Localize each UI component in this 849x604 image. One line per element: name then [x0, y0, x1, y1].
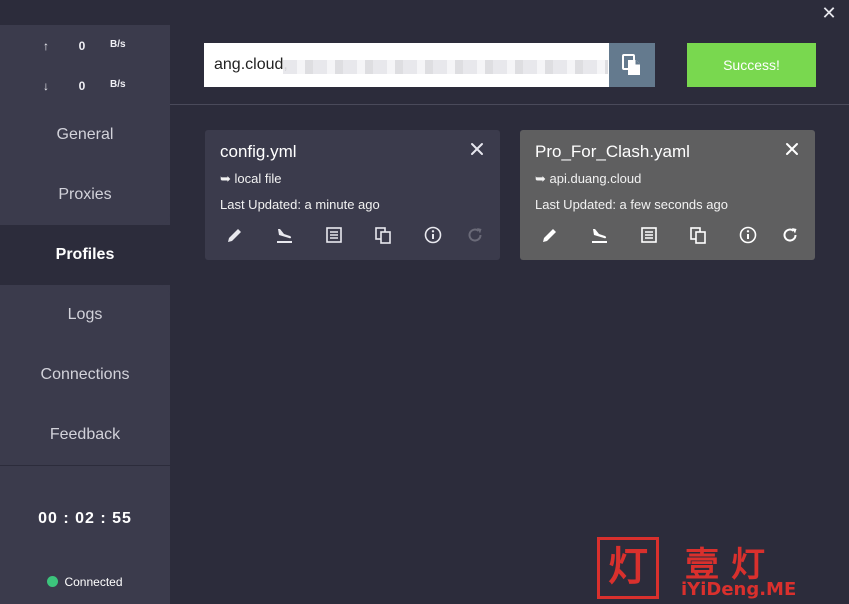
download-success-button[interactable]: Success! — [687, 43, 816, 87]
watermark-box: 灯 — [597, 537, 659, 599]
copy-icon[interactable] — [373, 225, 393, 245]
paste-icon — [622, 54, 640, 75]
upload-unit: B/s — [110, 39, 126, 50]
watermark-en-text: iYiDeng.ME — [681, 579, 797, 600]
edit-pencil-icon[interactable] — [540, 225, 560, 245]
watermark-logo: 灯 壹灯 iYiDeng.ME — [597, 537, 849, 604]
window-close-button[interactable]: ✕ — [819, 3, 839, 23]
status-label: Connected — [64, 575, 123, 589]
sidebar-item-profiles[interactable]: Profiles — [0, 225, 170, 285]
list-view-icon[interactable] — [324, 225, 344, 245]
copy-icon[interactable] — [688, 225, 708, 245]
download-arrow-icon: ↓ — [43, 79, 49, 93]
sidebar-item-connections[interactable]: Connections — [0, 345, 170, 405]
sidebar-item-proxies[interactable]: Proxies — [0, 165, 170, 225]
profile-last-updated: Last Updated: a minute ago — [220, 197, 380, 212]
delete-profile-close-icon[interactable] — [783, 140, 801, 158]
upload-arrow-icon: ↑ — [43, 39, 49, 53]
download-unit: B/s — [110, 79, 126, 90]
paste-button[interactable] — [609, 43, 655, 87]
profile-actions — [540, 225, 805, 247]
sidebar-divider — [0, 465, 170, 466]
profile-source: ➥ api.duang.cloud — [535, 171, 642, 186]
clash-app: ✕ ↑ 0 B/s ↓ 0 B/s General Proxies Profil… — [0, 0, 849, 604]
upload-value: 0 — [78, 39, 86, 53]
refresh-icon[interactable] — [780, 225, 800, 245]
download-value: 0 — [78, 79, 86, 93]
connection-status: Connected — [0, 575, 170, 593]
profile-actions — [225, 225, 490, 247]
upload-speed: ↑ 0 B/s — [0, 39, 170, 59]
title-bar: ✕ — [0, 0, 849, 25]
redacted-url-overlay — [283, 60, 608, 74]
info-icon[interactable] — [423, 225, 443, 245]
profile-source: ➥ local file — [220, 171, 282, 186]
sidebar-nav: General Proxies Profiles Logs Connection… — [0, 105, 170, 465]
profiles-page: Success! config.yml ➥ local file Last Up… — [170, 25, 849, 604]
delete-profile-close-icon[interactable] — [468, 140, 486, 158]
uptime-timer: 00 : 02 : 55 — [38, 510, 132, 527]
sidebar-item-logs[interactable]: Logs — [0, 285, 170, 345]
sidebar: ↑ 0 B/s ↓ 0 B/s General Proxies Profiles… — [0, 25, 170, 604]
info-icon[interactable] — [738, 225, 758, 245]
profile-last-updated: Last Updated: a few seconds ago — [535, 197, 728, 212]
plane-landing-icon[interactable] — [274, 225, 294, 245]
sidebar-item-feedback[interactable]: Feedback — [0, 405, 170, 465]
refresh-icon — [465, 225, 485, 245]
profile-card[interactable]: config.yml ➥ local file Last Updated: a … — [205, 130, 500, 260]
profile-title: Pro_For_Clash.yaml — [535, 142, 690, 161]
edit-pencil-icon[interactable] — [225, 225, 245, 245]
profile-title: config.yml — [220, 142, 297, 161]
traffic-monitor: ↑ 0 B/s ↓ 0 B/s — [0, 25, 170, 105]
plane-landing-icon[interactable] — [589, 225, 609, 245]
list-view-icon[interactable] — [639, 225, 659, 245]
download-speed: ↓ 0 B/s — [0, 79, 170, 99]
status-dot-icon — [47, 576, 59, 587]
sidebar-item-general[interactable]: General — [0, 105, 170, 165]
profile-card[interactable]: Pro_For_Clash.yaml ➥ api.duang.cloud Las… — [520, 130, 815, 260]
header-divider — [170, 104, 849, 105]
